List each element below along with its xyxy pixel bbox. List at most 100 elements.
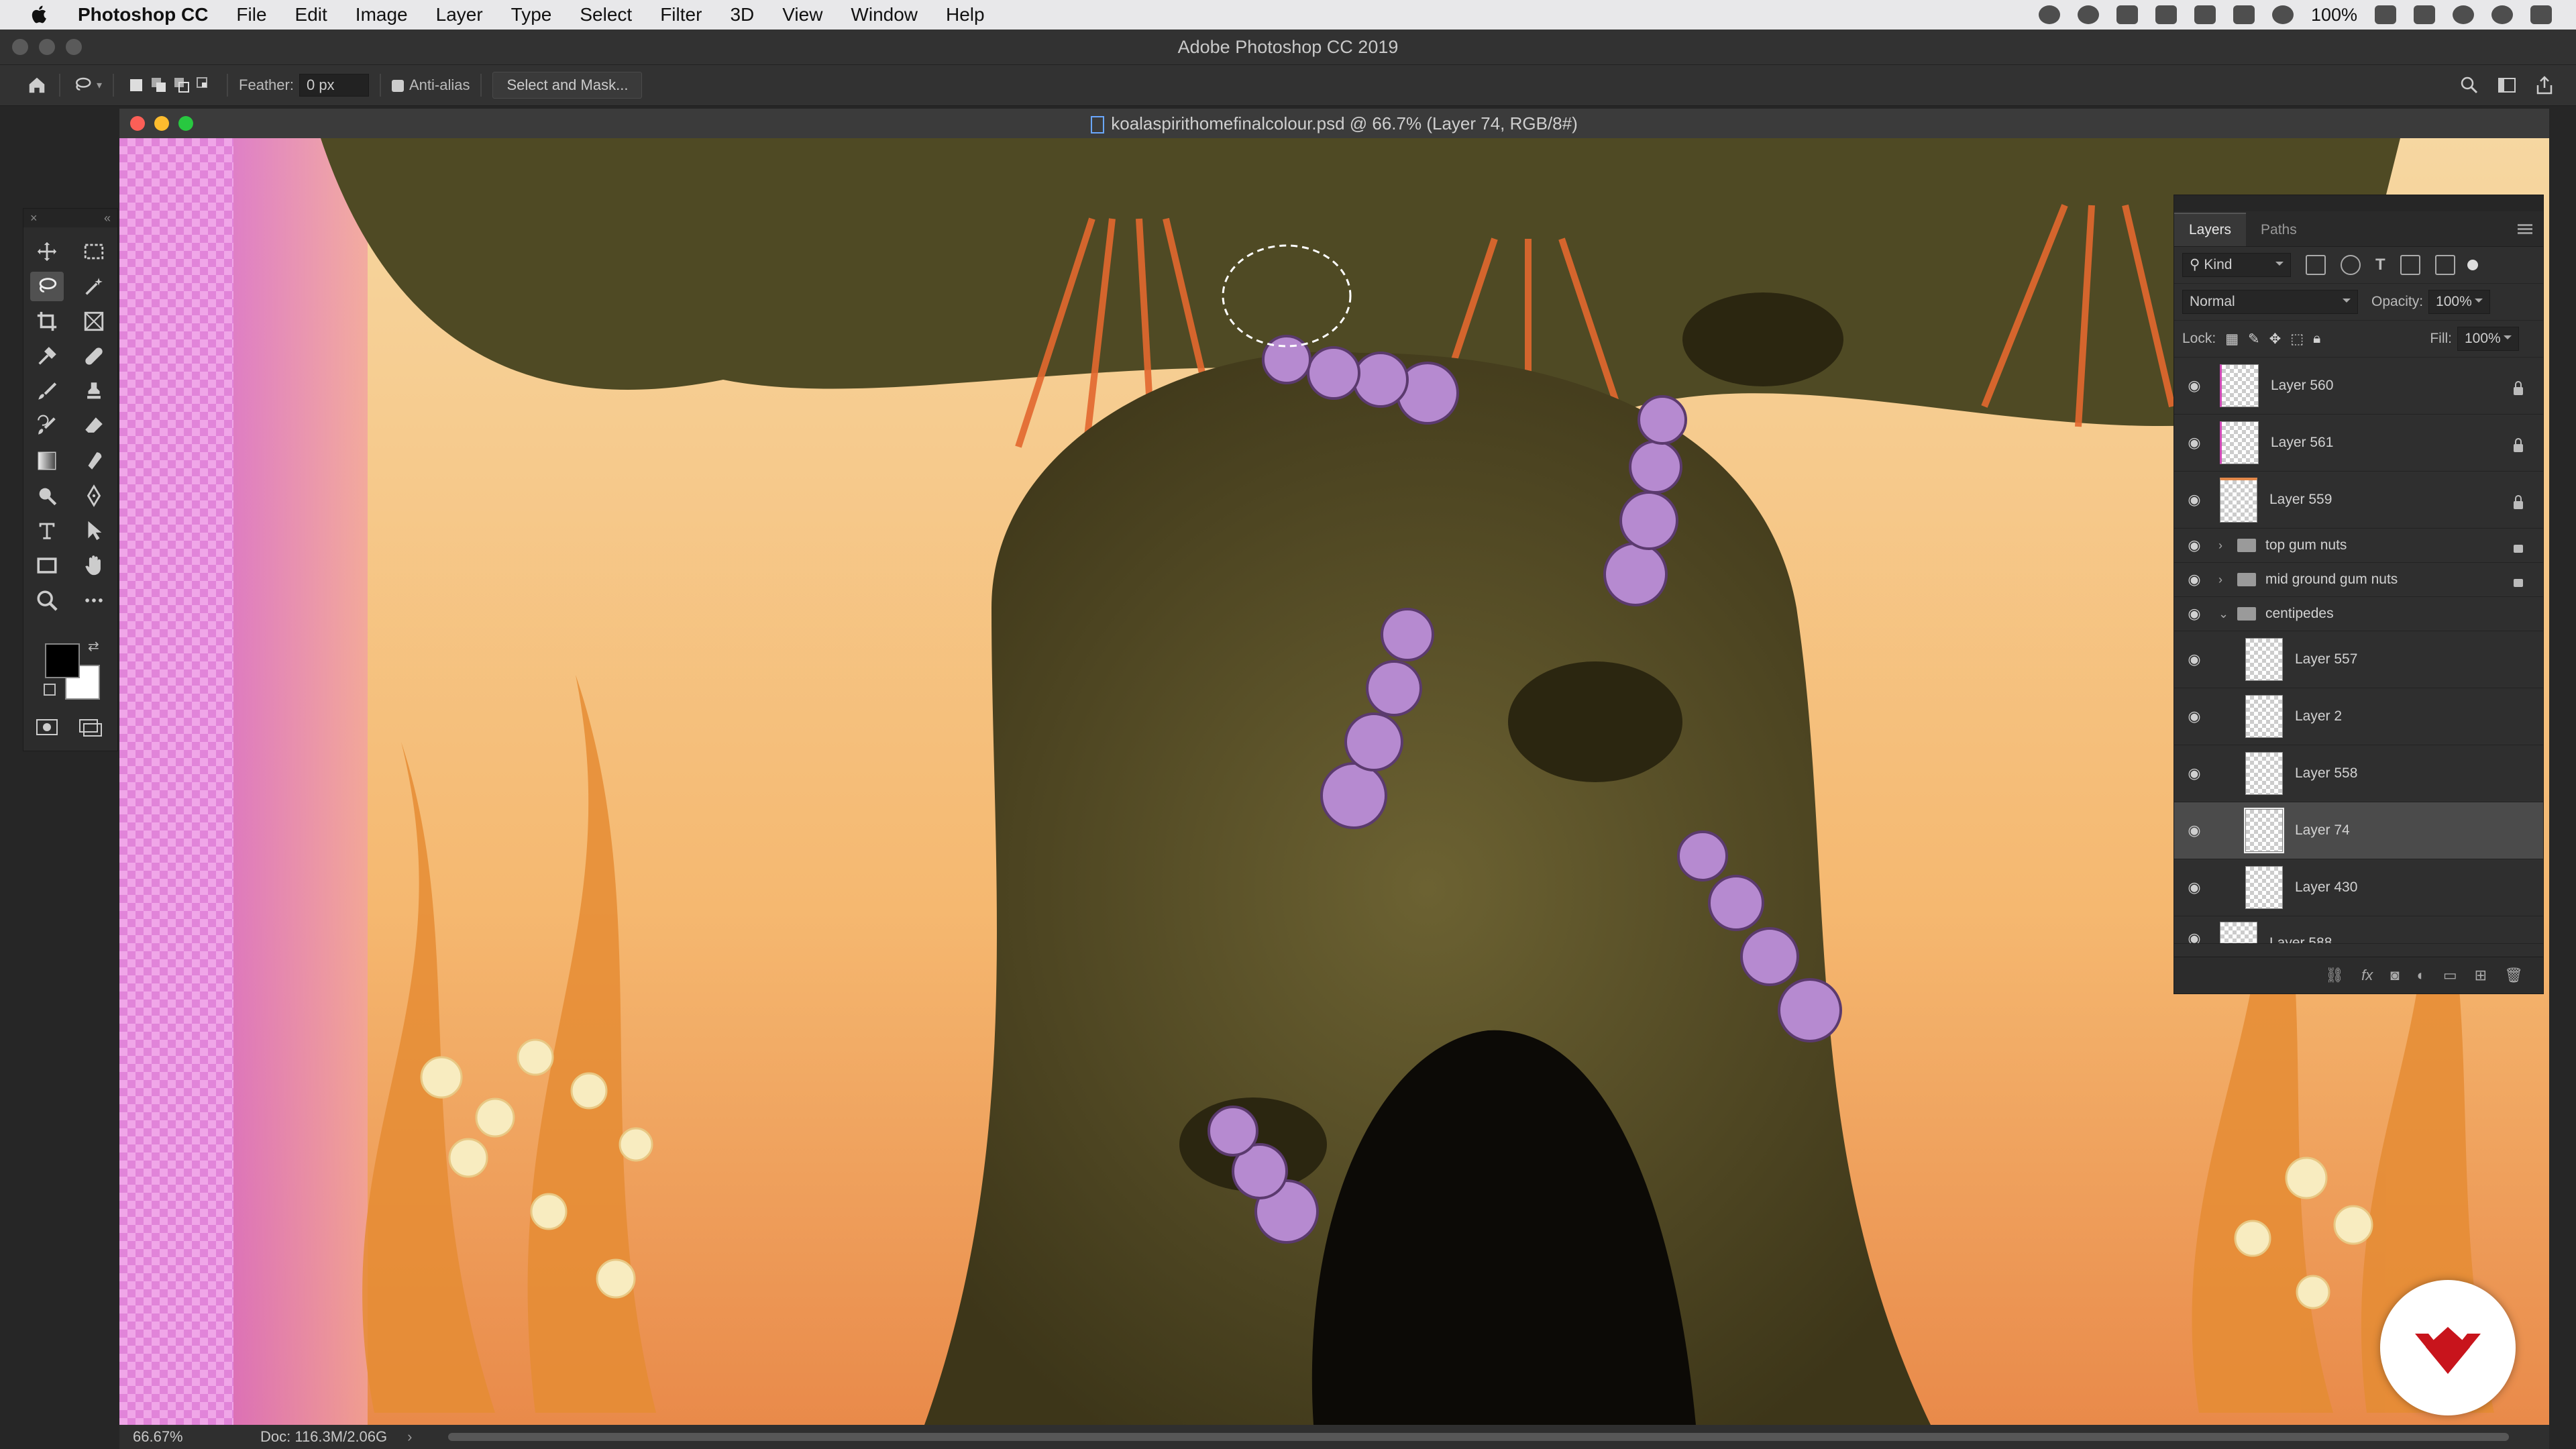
chevron-down-icon[interactable]: ⌄: [2218, 607, 2232, 621]
eye-icon[interactable]: ◉: [2184, 537, 2205, 554]
layer-row[interactable]: ◉ Layer 430: [2174, 859, 2543, 916]
default-colors-icon[interactable]: [44, 684, 56, 696]
notification-center-icon[interactable]: [2530, 5, 2552, 24]
menu-window[interactable]: Window: [851, 4, 918, 25]
collapse-icon[interactable]: «: [104, 209, 111, 227]
brush-tool[interactable]: [23, 374, 70, 409]
window-zoom-button[interactable]: [66, 39, 82, 55]
siri-icon[interactable]: [2491, 5, 2513, 24]
adjustment-filter-icon[interactable]: [2341, 255, 2361, 275]
layer-row[interactable]: ◉ Layer 559: [2174, 472, 2543, 529]
keyboard-icon[interactable]: [2414, 5, 2435, 24]
eye-icon[interactable]: ◉: [2184, 879, 2205, 896]
eyedropper-tool[interactable]: [23, 339, 70, 374]
zoom-level[interactable]: 66.67%: [119, 1428, 207, 1446]
link-layers-icon[interactable]: ⛓: [2325, 967, 2344, 984]
eye-icon[interactable]: ◉: [2184, 377, 2205, 394]
marquee-tool[interactable]: [70, 234, 117, 269]
intersect-selection-icon[interactable]: [193, 74, 216, 97]
wifi-icon[interactable]: [2271, 5, 2294, 24]
window-minimize-button[interactable]: [39, 39, 55, 55]
filter-toggle-icon[interactable]: [2467, 260, 2478, 270]
lock-all-icon[interactable]: 🔒︎: [2313, 331, 2320, 347]
layer-row[interactable]: ◉ Layer 557: [2174, 631, 2543, 688]
swap-colors-icon[interactable]: ⇄: [88, 638, 99, 655]
lock-artboard-icon[interactable]: ⬚: [2290, 331, 2304, 347]
zoom-tool[interactable]: [23, 583, 70, 618]
hand-tool[interactable]: [70, 548, 117, 583]
menu-select[interactable]: Select: [580, 4, 632, 25]
apple-icon[interactable]: [25, 5, 55, 25]
clone-stamp-tool[interactable]: [70, 374, 117, 409]
record-icon[interactable]: [2038, 5, 2060, 24]
document-close-button[interactable]: [130, 116, 145, 131]
eye-icon[interactable]: ◉: [2184, 605, 2205, 623]
shape-filter-icon[interactable]: [2400, 255, 2420, 275]
eye-icon[interactable]: ◉: [2184, 708, 2205, 725]
layer-row[interactable]: ◉ Layer 588: [2174, 916, 2543, 944]
layer-row[interactable]: ◉ Layer 561: [2174, 415, 2543, 472]
dodge-tool[interactable]: [23, 478, 70, 513]
layer-group-row[interactable]: ◉ › top gum nuts: [2174, 529, 2543, 563]
search-icon[interactable]: [2458, 74, 2481, 97]
select-and-mask-button[interactable]: Select and Mask...: [492, 72, 643, 99]
airplay-icon[interactable]: [2194, 5, 2216, 24]
eye-icon[interactable]: ◉: [2184, 765, 2205, 782]
menu-filter[interactable]: Filter: [660, 4, 702, 25]
history-brush-tool[interactable]: [23, 409, 70, 443]
gradient-tool[interactable]: [23, 443, 70, 478]
eye-icon[interactable]: ◉: [2184, 651, 2205, 668]
pen-tool[interactable]: [70, 478, 117, 513]
battery-icon[interactable]: [2375, 5, 2396, 24]
tab-layers[interactable]: Layers: [2174, 213, 2247, 246]
menu-type[interactable]: Type: [511, 4, 552, 25]
layer-row-selected[interactable]: ◉ Layer 74: [2174, 802, 2543, 859]
new-layer-icon[interactable]: ⊞: [2475, 967, 2487, 984]
document-tab[interactable]: koalaspirithomefinalcolour.psd @ 66.7% (…: [119, 109, 2549, 138]
tab-paths[interactable]: Paths: [2246, 214, 2312, 246]
filter-kind-select[interactable]: ⚲ Kind: [2182, 253, 2291, 277]
type-tool[interactable]: [23, 513, 70, 548]
blend-mode-select[interactable]: Normal: [2182, 290, 2358, 314]
eraser-tool[interactable]: [70, 409, 117, 443]
workspace-icon[interactable]: [2496, 74, 2518, 97]
layer-row[interactable]: ◉ Layer 560: [2174, 358, 2543, 415]
layer-group-row[interactable]: ◉ › mid ground gum nuts: [2174, 563, 2543, 597]
frame-tool[interactable]: [70, 304, 117, 339]
eye-icon[interactable]: ◉: [2184, 822, 2205, 839]
menu-file[interactable]: File: [236, 4, 266, 25]
menu-image[interactable]: Image: [356, 4, 408, 25]
new-group-icon[interactable]: ▭: [2443, 967, 2457, 984]
type-filter-icon[interactable]: T: [2375, 256, 2385, 274]
edit-toolbar-button[interactable]: [70, 583, 117, 618]
creative-cloud-icon[interactable]: [2077, 5, 2099, 24]
add-mask-icon[interactable]: ◙: [2390, 967, 2399, 984]
menu-app-name[interactable]: Photoshop CC: [78, 4, 208, 25]
blur-tool[interactable]: [70, 443, 117, 478]
trash-icon[interactable]: 🗑︎: [2504, 967, 2523, 984]
feather-input[interactable]: 0 px: [299, 74, 369, 97]
home-icon[interactable]: [25, 74, 48, 97]
eye-icon[interactable]: ◉: [2184, 491, 2205, 508]
quick-mask-icon[interactable]: [36, 717, 60, 737]
new-selection-icon[interactable]: [125, 74, 148, 97]
checkmark-icon[interactable]: [2155, 5, 2177, 24]
add-to-selection-icon[interactable]: [148, 74, 170, 97]
share-icon[interactable]: [2533, 74, 2556, 97]
move-tool[interactable]: [23, 234, 70, 269]
pixel-filter-icon[interactable]: [2306, 255, 2326, 275]
chevron-right-icon[interactable]: ›: [2218, 573, 2232, 587]
magic-wand-tool[interactable]: [70, 269, 117, 304]
panel-menu-icon[interactable]: [2518, 222, 2532, 236]
path-selection-tool[interactable]: [70, 513, 117, 548]
menu-edit[interactable]: Edit: [295, 4, 327, 25]
screen-mode-icon[interactable]: [78, 717, 103, 737]
spotlight-search-icon[interactable]: [2453, 5, 2474, 24]
adjustment-layer-icon[interactable]: ◐: [2417, 967, 2426, 984]
fill-input[interactable]: 100%: [2457, 327, 2519, 351]
chevron-down-icon[interactable]: ▾: [97, 78, 102, 92]
chevron-right-icon[interactable]: ›: [407, 1428, 412, 1446]
lasso-tool-preset-icon[interactable]: [71, 74, 94, 97]
fx-icon[interactable]: fx: [2361, 967, 2373, 984]
lock-transparent-icon[interactable]: ▦: [2225, 331, 2239, 347]
